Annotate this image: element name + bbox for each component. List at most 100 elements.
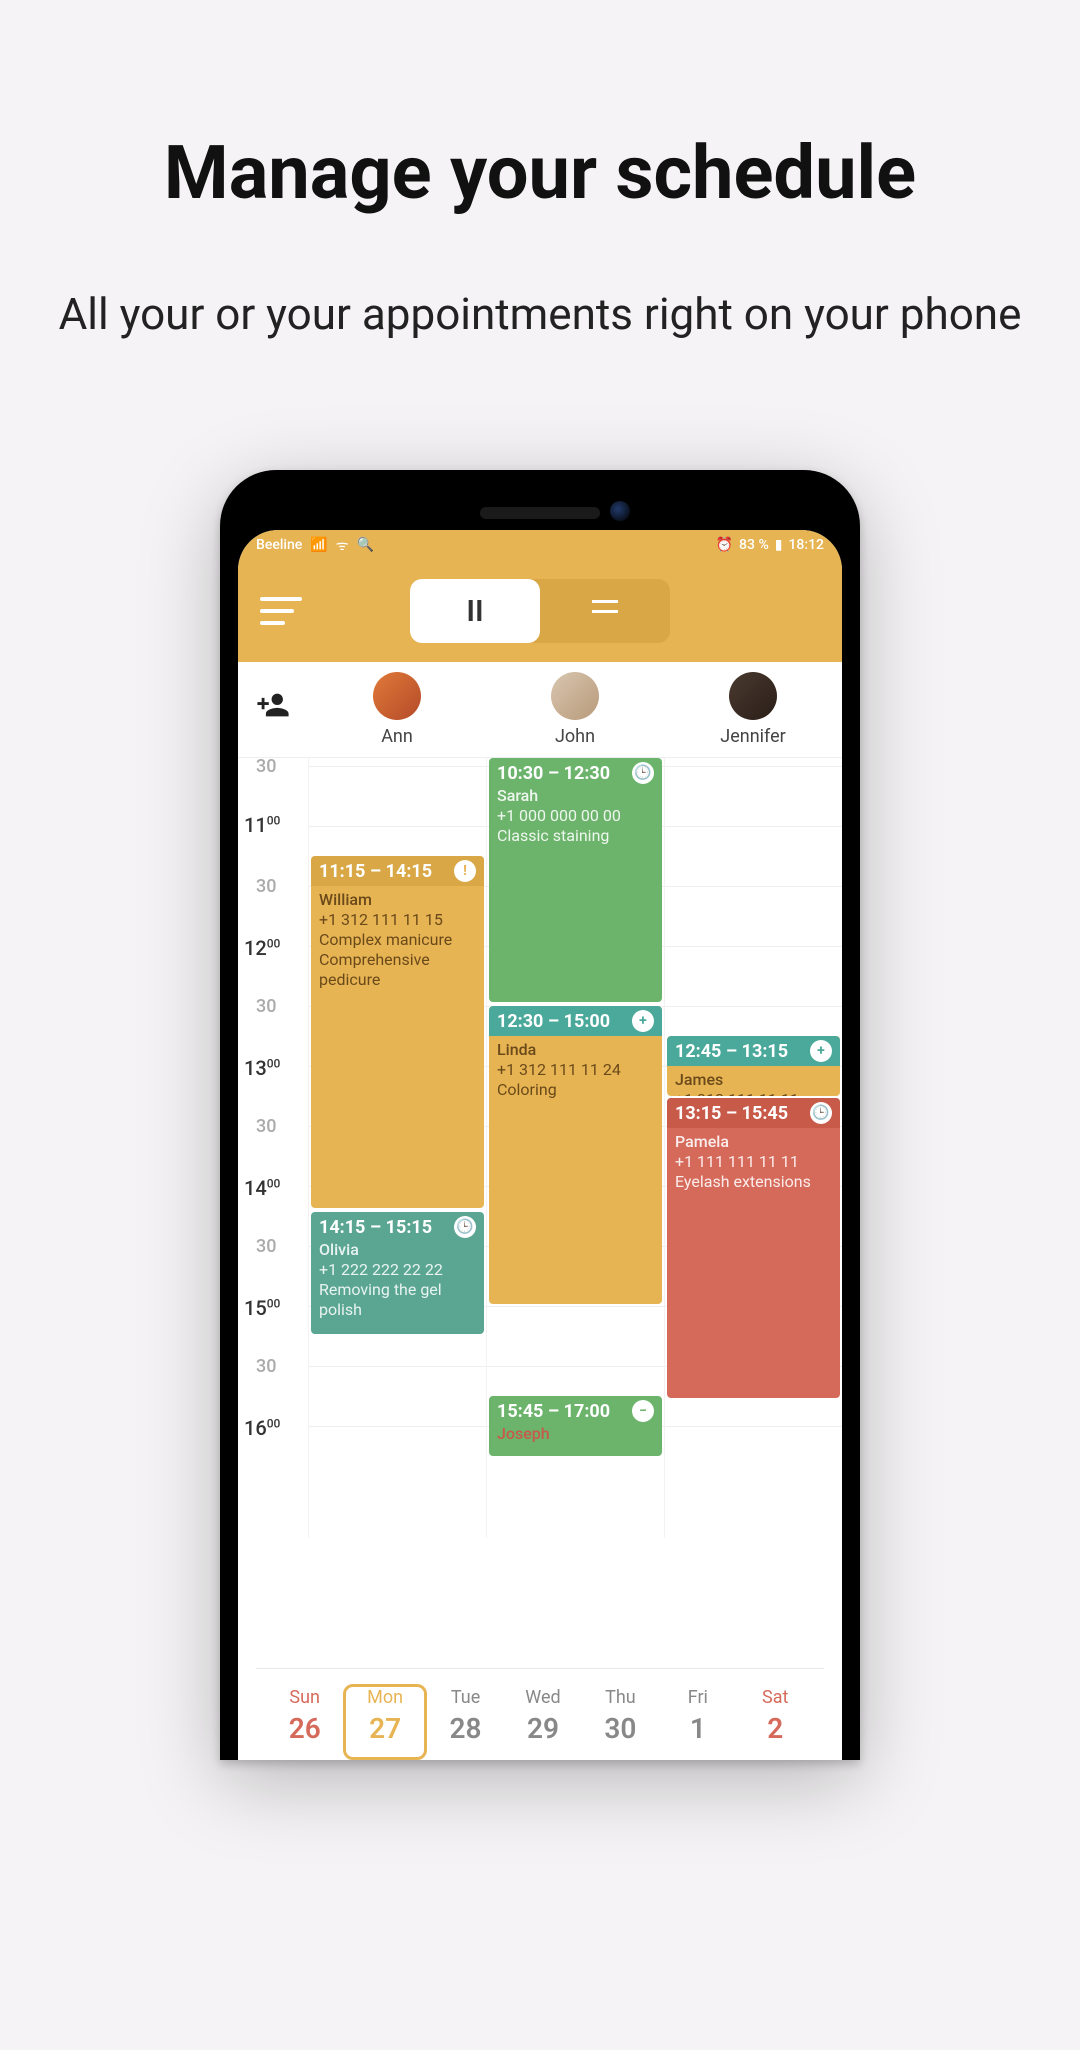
- event-time: 12:45 – 13:15: [675, 1041, 788, 1062]
- search-status-icon: 🔍: [357, 537, 374, 553]
- day-mon[interactable]: Mon 27: [343, 1684, 426, 1760]
- day-of-week: Tue: [427, 1687, 504, 1708]
- day-of-week: Thu: [582, 1687, 659, 1708]
- client-phone: +1 312 111 11 24: [497, 1060, 654, 1080]
- staff-member-ann[interactable]: Ann: [308, 672, 486, 747]
- lane-ann[interactable]: 11:15 – 14:15 ! William +1 312 111 11 15…: [308, 758, 486, 1538]
- time-label: 1100: [244, 813, 280, 837]
- day-fri[interactable]: Fri 1: [659, 1687, 736, 1760]
- clock-icon: 🕒: [632, 762, 654, 784]
- plus-icon: +: [810, 1040, 832, 1062]
- time-label: 30: [256, 1356, 276, 1377]
- day-number: 27: [346, 1712, 423, 1745]
- time-label: 30: [256, 1116, 276, 1137]
- time-label: 1300: [244, 1056, 280, 1080]
- view-toggle-list[interactable]: [540, 610, 670, 613]
- event-time: 12:30 – 15:00: [497, 1011, 610, 1032]
- day-number: 30: [582, 1712, 659, 1745]
- add-user-icon: [256, 688, 290, 722]
- client-phone: +1 000 000 00 00: [497, 806, 654, 826]
- client-name: James: [675, 1070, 832, 1090]
- time-label: 1400: [244, 1176, 280, 1200]
- time-label: 30: [256, 996, 276, 1017]
- client-name: Joseph: [497, 1424, 654, 1444]
- alarm-icon: ⏰: [716, 537, 733, 553]
- schedule-grid[interactable]: 30 1100 30 1200 30 1300 30 1400 30 1500 …: [238, 758, 842, 1538]
- service-name: Complex manicure: [319, 930, 476, 950]
- clock-time: 18:12: [788, 537, 824, 553]
- event-time: 13:15 – 15:45: [675, 1103, 788, 1124]
- time-label: 1200: [244, 936, 280, 960]
- battery-icon: ▮: [775, 537, 783, 553]
- day-number: 28: [427, 1712, 504, 1745]
- staff-name: Jennifer: [720, 726, 785, 747]
- day-sat[interactable]: Sat 2: [737, 1687, 814, 1760]
- signal-icon: 📶: [310, 537, 327, 553]
- service-name: Classic staining: [497, 826, 654, 846]
- avatar: [551, 672, 599, 720]
- day-tue[interactable]: Tue 28: [427, 1687, 504, 1760]
- staff-selector-row: Ann John Jennifer: [238, 662, 842, 758]
- time-label: 1500: [244, 1296, 280, 1320]
- time-label: 30: [256, 1236, 276, 1257]
- client-name: Sarah: [497, 786, 654, 806]
- client-phone: +1 312 111 11 15: [319, 910, 476, 930]
- day-sun[interactable]: Sun 26: [266, 1687, 343, 1760]
- view-toggle[interactable]: II: [410, 579, 670, 643]
- appointment-joseph[interactable]: 15:45 – 17:00 − Joseph: [489, 1396, 662, 1456]
- day-wed[interactable]: Wed 29: [504, 1687, 581, 1760]
- wifi-icon: ᯤ: [336, 536, 349, 555]
- phone-device-frame: Beeline 📶 ᯤ 🔍 ⏰ 83 % ▮ 18:12 II: [220, 470, 860, 1760]
- event-time: 10:30 – 12:30: [497, 763, 610, 784]
- staff-member-jennifer[interactable]: Jennifer: [664, 672, 842, 747]
- appointment-william[interactable]: 11:15 – 14:15 ! William +1 312 111 11 15…: [311, 856, 484, 1208]
- staff-name: John: [555, 726, 595, 747]
- client-name: Pamela: [675, 1132, 832, 1152]
- day-of-week: Sun: [266, 1687, 343, 1708]
- clock-icon: 🕒: [454, 1216, 476, 1238]
- carrier-label: Beeline: [256, 537, 302, 553]
- appointment-pamela[interactable]: 13:15 – 15:45 🕒 Pamela +1 111 111 11 11 …: [667, 1098, 840, 1398]
- avatar: [373, 672, 421, 720]
- day-number: 1: [659, 1712, 736, 1745]
- staff-member-john[interactable]: John: [486, 672, 664, 747]
- day-thu[interactable]: Thu 30: [582, 1687, 659, 1760]
- time-label: 30: [256, 758, 276, 777]
- client-phone: +1 312 111 11 11: [675, 1090, 832, 1096]
- marketing-title: Manage your schedule: [0, 130, 1080, 217]
- status-bar: Beeline 📶 ᯤ 🔍 ⏰ 83 % ▮ 18:12: [238, 530, 842, 560]
- minus-icon: −: [632, 1400, 654, 1422]
- service-name: Coloring: [497, 1080, 654, 1100]
- service-name: Eyelash extensions: [675, 1172, 832, 1192]
- appointment-sarah[interactable]: 10:30 – 12:30 🕒 Sarah +1 000 000 00 00 C…: [489, 758, 662, 1002]
- day-number: 2: [737, 1712, 814, 1745]
- appointment-olivia[interactable]: 14:15 – 15:15 🕒 Olivia +1 222 222 22 22 …: [311, 1212, 484, 1334]
- time-label: 1600: [244, 1416, 280, 1440]
- time-axis: 30 1100 30 1200 30 1300 30 1400 30 1500 …: [238, 758, 308, 1538]
- menu-icon[interactable]: [260, 597, 302, 625]
- view-toggle-columns[interactable]: II: [410, 579, 540, 643]
- event-time: 11:15 – 14:15: [319, 861, 432, 882]
- event-time: 15:45 – 17:00: [497, 1401, 610, 1422]
- event-time: 14:15 – 15:15: [319, 1217, 432, 1238]
- date-selector: Sun 26 Mon 27 Tue 28 Wed 29 Thu 30 Fri 1: [256, 1668, 824, 1760]
- day-of-week: Fri: [659, 1687, 736, 1708]
- avatar: [729, 672, 777, 720]
- day-number: 29: [504, 1712, 581, 1745]
- appointment-linda[interactable]: 12:30 – 15:00 + Linda +1 312 111 11 24 C…: [489, 1006, 662, 1304]
- service-name: Comprehensive pedicure: [319, 950, 476, 990]
- lane-john[interactable]: 10:30 – 12:30 🕒 Sarah +1 000 000 00 00 C…: [486, 758, 664, 1538]
- client-phone: +1 111 111 11 11: [675, 1152, 832, 1172]
- time-label: 30: [256, 876, 276, 897]
- alert-icon: !: [454, 860, 476, 882]
- app-screen: Beeline 📶 ᯤ 🔍 ⏰ 83 % ▮ 18:12 II: [238, 530, 842, 1760]
- lane-jennifer[interactable]: 12:45 – 13:15 + James +1 312 111 11 11 1…: [664, 758, 842, 1538]
- battery-percent: 83 %: [739, 537, 769, 553]
- client-name: William: [319, 890, 476, 910]
- add-staff-button[interactable]: [238, 672, 308, 722]
- clock-icon: 🕒: [810, 1102, 832, 1124]
- pause-icon: II: [466, 594, 483, 629]
- appointment-james[interactable]: 12:45 – 13:15 + James +1 312 111 11 11: [667, 1036, 840, 1096]
- app-header: II: [238, 560, 842, 662]
- day-of-week: Mon: [346, 1687, 423, 1708]
